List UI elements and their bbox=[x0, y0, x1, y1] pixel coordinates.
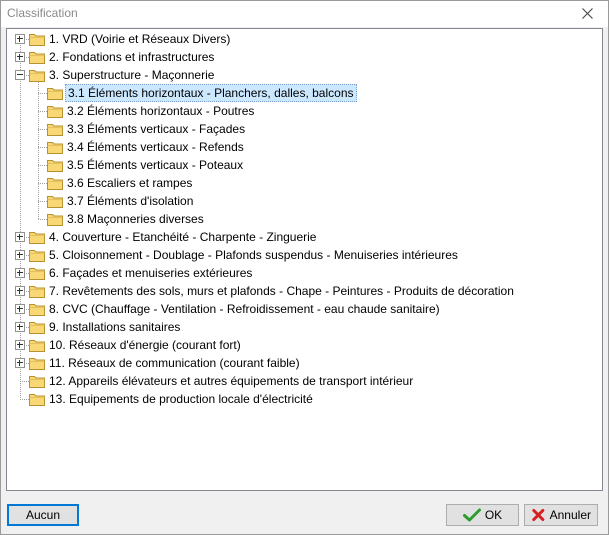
expand-icon[interactable] bbox=[15, 322, 25, 332]
tree-item[interactable]: 12. Appareils élévateurs et autres équip… bbox=[7, 372, 597, 390]
folder-icon bbox=[47, 214, 63, 226]
checkmark-icon bbox=[462, 508, 481, 522]
folder-icon bbox=[29, 34, 45, 46]
folder-icon bbox=[29, 322, 45, 334]
folder-icon bbox=[47, 106, 63, 118]
tree-item-label: 10. Réseaux d'énergie (courant fort) bbox=[49, 338, 241, 352]
tree-item[interactable]: 2. Fondations et infrastructures bbox=[7, 48, 597, 66]
folder-icon bbox=[47, 178, 63, 190]
expand-icon[interactable] bbox=[15, 34, 25, 44]
tree-item-label: 6. Façades et menuiseries extérieures bbox=[49, 266, 253, 280]
expand-icon[interactable] bbox=[15, 358, 25, 368]
tree-item-label: 12. Appareils élévateurs et autres équip… bbox=[49, 374, 414, 388]
tree-item[interactable]: 5. Cloisonnement - Doublage - Plafonds s… bbox=[7, 246, 597, 264]
classification-dialog: Classification 1. VRD (Voirie et Réseaux… bbox=[0, 0, 609, 535]
folder-icon bbox=[29, 232, 45, 244]
tree-item-label: 3.8 Maçonneries diverses bbox=[67, 212, 204, 226]
tree-item-label: 7. Revêtements des sols, murs et plafond… bbox=[49, 284, 514, 298]
window-title: Classification bbox=[7, 6, 78, 20]
tree-item-label: 3. Superstructure - Maçonnerie bbox=[49, 68, 215, 82]
tree-item[interactable]: 3.2 Éléments horizontaux - Poutres bbox=[7, 102, 597, 120]
collapse-icon[interactable] bbox=[15, 70, 25, 80]
folder-icon bbox=[47, 124, 63, 136]
tree-item-label: 3.6 Escaliers et rampes bbox=[67, 176, 193, 190]
red-x-icon bbox=[532, 508, 545, 522]
tree-item[interactable]: 11. Réseaux de communication (courant fa… bbox=[7, 354, 597, 372]
cancel-button[interactable]: Annuler bbox=[524, 504, 598, 526]
cancel-button-label: Annuler bbox=[549, 508, 591, 522]
tree-item-label: 3.5 Éléments verticaux - Poteaux bbox=[67, 158, 244, 172]
tree-item-label: 3.4 Éléments verticaux - Refends bbox=[67, 140, 244, 154]
expand-icon[interactable] bbox=[15, 232, 25, 242]
folder-icon bbox=[47, 88, 63, 100]
tree-item-label: 3.2 Éléments horizontaux - Poutres bbox=[67, 104, 255, 118]
button-bar: Aucun OK Annuler bbox=[1, 496, 608, 534]
tree-item-label: 2. Fondations et infrastructures bbox=[49, 50, 215, 64]
tree-item[interactable]: 9. Installations sanitaires bbox=[7, 318, 597, 336]
tree-item[interactable]: 3.3 Éléments verticaux - Façades bbox=[7, 120, 597, 138]
folder-icon bbox=[29, 376, 45, 388]
title-bar[interactable]: Classification bbox=[1, 1, 608, 27]
tree-item-label: 4. Couverture - Etanchéité - Charpente -… bbox=[49, 230, 317, 244]
tree-item[interactable]: 3.5 Éléments verticaux - Poteaux bbox=[7, 156, 597, 174]
folder-icon bbox=[29, 394, 45, 406]
close-button[interactable] bbox=[568, 1, 608, 27]
expand-icon[interactable] bbox=[15, 250, 25, 260]
tree-item[interactable]: 3.1 Éléments horizontaux - Planchers, da… bbox=[7, 84, 597, 102]
close-icon bbox=[582, 8, 593, 19]
expand-icon[interactable] bbox=[15, 340, 25, 350]
folder-icon bbox=[29, 70, 45, 82]
tree-item[interactable]: 3. Superstructure - Maçonnerie bbox=[7, 66, 597, 84]
tree-item[interactable]: 1. VRD (Voirie et Réseaux Divers) bbox=[7, 30, 597, 48]
ok-button[interactable]: OK bbox=[446, 504, 519, 526]
tree-item-label: 13. Equipements de production locale d'é… bbox=[49, 392, 313, 406]
expand-icon[interactable] bbox=[15, 304, 25, 314]
folder-icon bbox=[47, 196, 63, 208]
none-button[interactable]: Aucun bbox=[7, 504, 79, 526]
folder-icon bbox=[29, 304, 45, 316]
tree-item-label: 3.3 Éléments verticaux - Façades bbox=[67, 122, 246, 136]
ok-button-label: OK bbox=[484, 508, 503, 522]
tree-item-label: 3.7 Éléments d'isolation bbox=[67, 194, 194, 208]
folder-icon bbox=[29, 358, 45, 370]
expand-icon[interactable] bbox=[15, 286, 25, 296]
folder-icon bbox=[47, 160, 63, 172]
tree-item-label: 8. CVC (Chauffage - Ventilation - Refroi… bbox=[49, 302, 440, 316]
folder-icon bbox=[29, 340, 45, 352]
tree-item-label: 5. Cloisonnement - Doublage - Plafonds s… bbox=[49, 248, 458, 262]
tree-item[interactable]: 3.6 Escaliers et rampes bbox=[7, 174, 597, 192]
classification-tree[interactable]: 1. VRD (Voirie et Réseaux Divers) 2. Fond… bbox=[6, 28, 603, 491]
tree-item[interactable]: 10. Réseaux d'énergie (courant fort) bbox=[7, 336, 597, 354]
expand-icon[interactable] bbox=[15, 268, 25, 278]
tree-item[interactable]: 6. Façades et menuiseries extérieures bbox=[7, 264, 597, 282]
folder-icon bbox=[29, 250, 45, 262]
tree-item-label: 9. Installations sanitaires bbox=[49, 320, 181, 334]
folder-icon bbox=[47, 142, 63, 154]
tree-item[interactable]: 3.4 Éléments verticaux - Refends bbox=[7, 138, 597, 156]
expand-icon[interactable] bbox=[15, 52, 25, 62]
tree-item[interactable]: 13. Equipements de production locale d'é… bbox=[7, 390, 597, 408]
tree-item[interactable]: 7. Revêtements des sols, murs et plafond… bbox=[7, 282, 597, 300]
folder-icon bbox=[29, 286, 45, 298]
none-button-label: Aucun bbox=[25, 508, 61, 522]
folder-icon bbox=[29, 52, 45, 64]
tree-item-label: 11. Réseaux de communication (courant fa… bbox=[49, 356, 300, 370]
tree-item[interactable]: 4. Couverture - Etanchéité - Charpente -… bbox=[7, 228, 597, 246]
tree-item[interactable]: 3.7 Éléments d'isolation bbox=[7, 192, 597, 210]
tree-item[interactable]: 8. CVC (Chauffage - Ventilation - Refroi… bbox=[7, 300, 597, 318]
tree-item-label: 3.1 Éléments horizontaux - Planchers, da… bbox=[65, 84, 357, 102]
folder-icon bbox=[29, 268, 45, 280]
tree-item-label: 1. VRD (Voirie et Réseaux Divers) bbox=[49, 32, 231, 46]
tree-item[interactable]: 3.8 Maçonneries diverses bbox=[7, 210, 597, 228]
